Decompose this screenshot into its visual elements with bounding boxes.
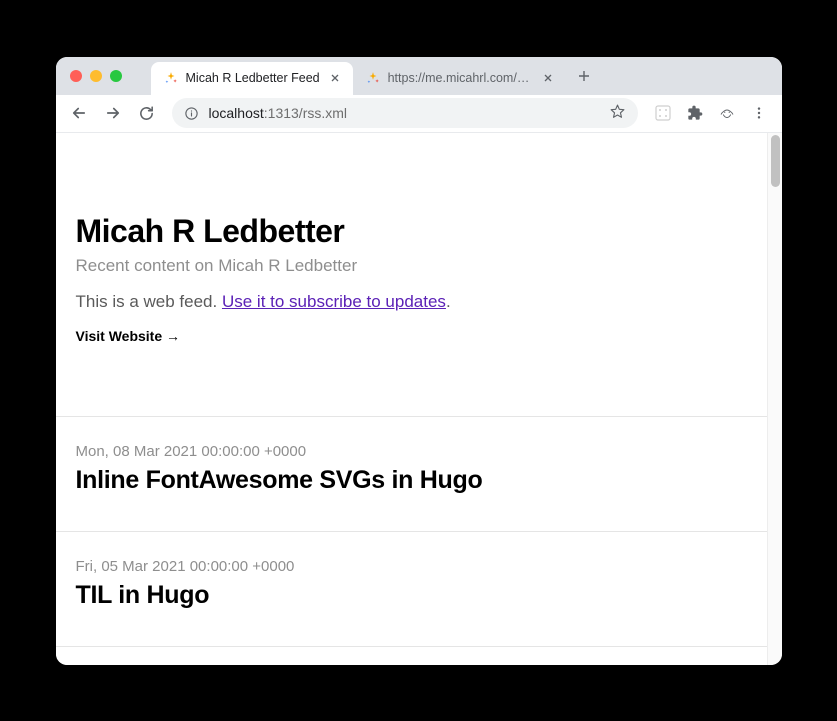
feed-entry-partial: [56, 646, 767, 665]
site-info-icon[interactable]: [184, 106, 199, 121]
extensions-puzzle-icon[interactable]: [680, 98, 710, 128]
tab-strip: Micah R Ledbetter Feed https://me.micahr…: [56, 57, 782, 95]
sparkle-icon: [365, 70, 381, 86]
tab-active[interactable]: Micah R Ledbetter Feed: [151, 62, 353, 95]
scrollbar-track[interactable]: [767, 133, 782, 665]
browser-window: Micah R Ledbetter Feed https://me.micahr…: [56, 57, 782, 665]
entry-title[interactable]: Inline FontAwesome SVGs in Hugo: [76, 466, 747, 495]
close-tab-icon[interactable]: [327, 70, 343, 86]
address-bar[interactable]: localhost:1313/rss.xml: [172, 98, 638, 128]
tab-title: Micah R Ledbetter Feed: [186, 71, 320, 85]
url-path: :1313/rss.xml: [264, 105, 347, 121]
bookmark-star-icon[interactable]: [609, 103, 626, 123]
feed-description: This is a web feed. Use it to subscribe …: [76, 292, 747, 312]
entry-date: Fri, 05 Mar 2021 00:00:00 +0000: [76, 558, 747, 575]
tab-title: https://me.micahrl.com/rss.xml: [388, 71, 533, 85]
close-window-button[interactable]: [70, 70, 82, 82]
feed-subtitle: Recent content on Micah R Ledbetter: [76, 256, 747, 276]
menu-button[interactable]: [744, 98, 774, 128]
sparkle-icon: [163, 70, 179, 86]
feed-desc-prefix: This is a web feed.: [76, 292, 222, 311]
reload-button[interactable]: [132, 98, 162, 128]
scrollbar-thumb[interactable]: [771, 135, 780, 187]
feed-desc-suffix: .: [446, 292, 451, 311]
subscribe-link[interactable]: Use it to subscribe to updates: [222, 292, 446, 311]
entry-date: Mon, 08 Mar 2021 00:00:00 +0000: [76, 443, 747, 460]
close-tab-icon[interactable]: [540, 70, 556, 86]
new-tab-button[interactable]: [570, 62, 598, 90]
url-host: localhost: [209, 105, 264, 121]
toolbar: localhost:1313/rss.xml: [56, 95, 782, 133]
back-button[interactable]: [64, 98, 94, 128]
content-area: Micah R Ledbetter Recent content on Mica…: [56, 133, 782, 665]
forward-button[interactable]: [98, 98, 128, 128]
feed-entry: Mon, 08 Mar 2021 00:00:00 +0000 Inline F…: [56, 416, 767, 531]
extension-icon-2[interactable]: [712, 98, 742, 128]
entries-list: Mon, 08 Mar 2021 00:00:00 +0000 Inline F…: [56, 416, 767, 665]
visit-website-link[interactable]: Visit Website →: [76, 328, 181, 344]
page-content: Micah R Ledbetter Recent content on Mica…: [56, 133, 767, 665]
minimize-window-button[interactable]: [90, 70, 102, 82]
toolbar-right: [648, 98, 774, 128]
tabs: Micah R Ledbetter Feed https://me.micahr…: [151, 62, 598, 95]
window-controls: [70, 70, 122, 82]
extension-icon[interactable]: [648, 98, 678, 128]
feed-title: Micah R Ledbetter: [76, 213, 747, 250]
tab-inactive[interactable]: https://me.micahrl.com/rss.xml: [353, 62, 566, 95]
entry-title[interactable]: TIL in Hugo: [76, 581, 747, 610]
url-text: localhost:1313/rss.xml: [209, 105, 599, 121]
maximize-window-button[interactable]: [110, 70, 122, 82]
feed-entry: Fri, 05 Mar 2021 00:00:00 +0000 TIL in H…: [56, 531, 767, 646]
